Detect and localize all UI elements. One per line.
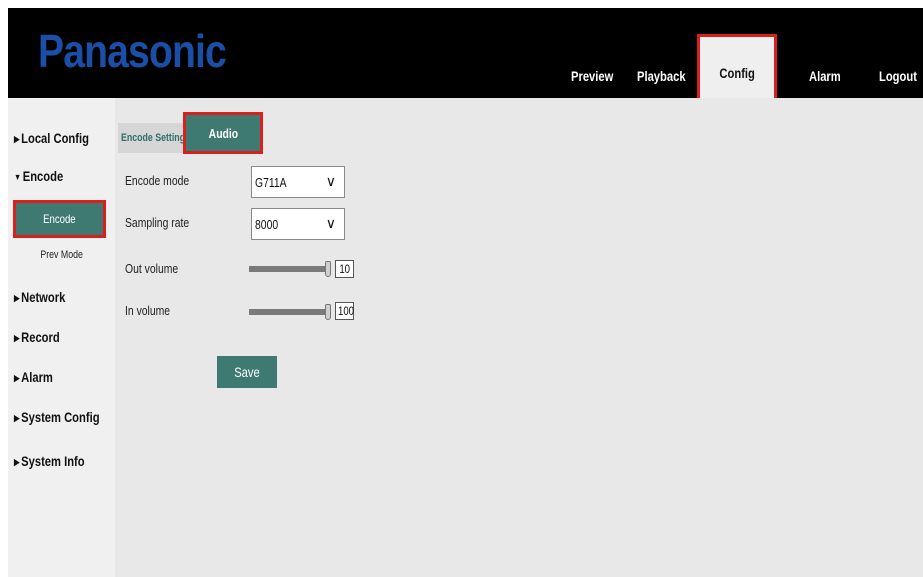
out-volume-label: Out volume <box>125 261 179 276</box>
tab-audio[interactable]: Audio <box>183 112 263 154</box>
sidebar-sub-encode[interactable]: Encode <box>13 200 106 238</box>
in-volume-slider[interactable] <box>249 309 329 315</box>
triangle-right-icon: ▶ <box>14 333 20 343</box>
sampling-rate-select[interactable]: 8000 ∨ <box>251 208 345 240</box>
out-volume-fill <box>250 267 328 271</box>
save-button[interactable]: Save <box>217 356 277 388</box>
brand-logo: Panasonic <box>38 25 227 77</box>
triangle-right-icon: ▶ <box>14 293 20 303</box>
main-content: Encode Setting Audio Encode mode G711A ∨… <box>115 98 923 577</box>
nav-logout[interactable]: Logout <box>879 68 917 84</box>
sidebar-item-system-config[interactable]: ▶ System Config <box>14 409 100 425</box>
chevron-down-icon: ∨ <box>325 215 336 231</box>
nav-playback[interactable]: Playback <box>637 68 686 84</box>
tab-encode-setting[interactable]: Encode Setting <box>118 123 188 153</box>
encode-mode-select[interactable]: G711A ∨ <box>251 166 345 198</box>
in-volume-value: 100 <box>335 302 354 320</box>
in-volume-fill <box>250 310 328 314</box>
sampling-rate-value: 8000 <box>255 217 279 232</box>
triangle-right-icon: ▶ <box>14 373 20 383</box>
sampling-rate-label: Sampling rate <box>125 215 190 230</box>
in-volume-slider-handle[interactable] <box>325 304 331 320</box>
sidebar-item-system-info[interactable]: ▶ System Info <box>14 453 85 469</box>
sidebar-sub-prev-mode[interactable]: Prev Mode <box>8 249 115 261</box>
sidebar-item-record[interactable]: ▶ Record <box>14 329 60 345</box>
chevron-down-icon: ∨ <box>325 173 336 189</box>
triangle-down-icon: ▼ <box>14 172 22 182</box>
triangle-right-icon: ▶ <box>14 457 20 467</box>
sidebar-item-alarm[interactable]: ▶ Alarm <box>14 369 53 385</box>
nav-preview[interactable]: Preview <box>571 68 613 84</box>
nav-alarm[interactable]: Alarm <box>809 68 841 84</box>
sidebar-item-network[interactable]: ▶ Network <box>14 289 65 305</box>
top-header: Panasonic Preview Playback Alarm Logout <box>8 8 923 98</box>
encode-mode-value: G711A <box>255 175 287 190</box>
triangle-right-icon: ▶ <box>14 134 20 144</box>
sidebar-item-local-config[interactable]: ▶ Local Config <box>14 130 89 146</box>
triangle-right-icon: ▶ <box>14 413 20 423</box>
out-volume-slider[interactable] <box>249 266 329 272</box>
out-volume-value: 10 <box>335 260 354 278</box>
nav-config-label: Config <box>719 65 755 81</box>
sidebar: ▶ Local Config ▼ Encode Encode Prev Mode ▶… <box>8 98 115 577</box>
encode-mode-label: Encode mode <box>125 173 190 188</box>
in-volume-label: In volume <box>125 303 171 318</box>
sidebar-item-encode[interactable]: ▼ Encode <box>14 168 63 184</box>
out-volume-slider-handle[interactable] <box>325 261 331 277</box>
